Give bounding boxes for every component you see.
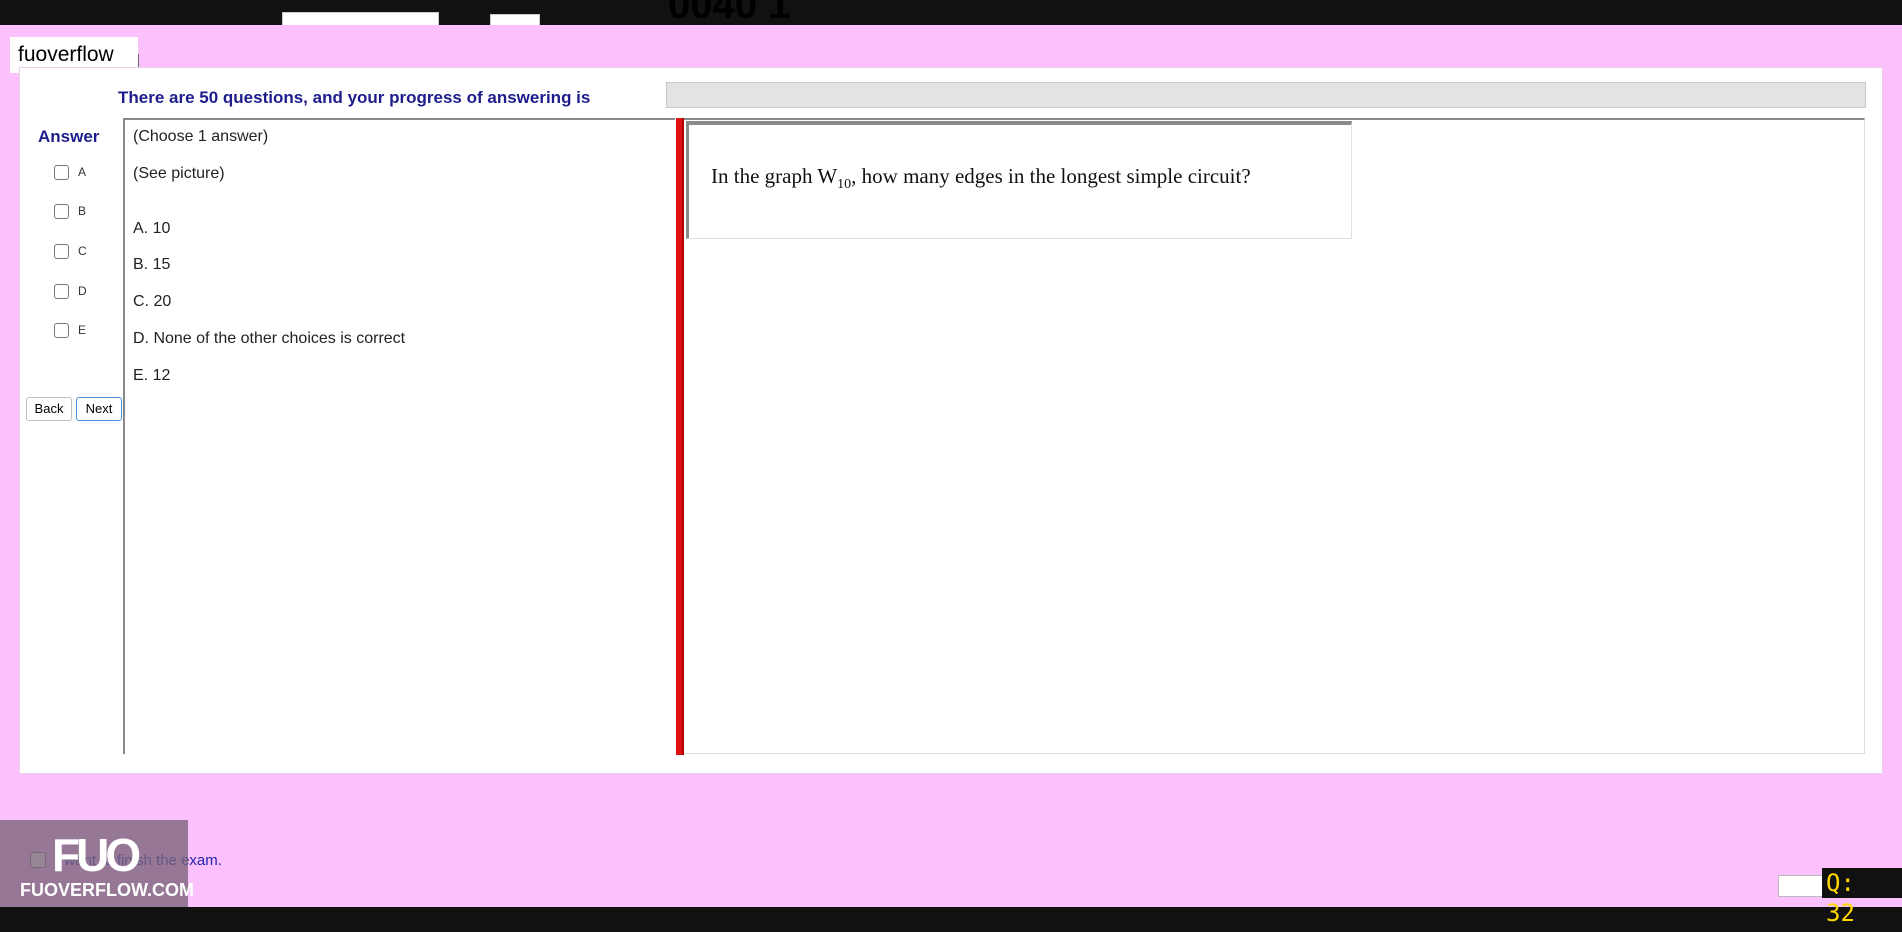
- option-label-a: A: [78, 165, 87, 179]
- choice-a: A. 10: [133, 220, 171, 237]
- checkbox-c[interactable]: [54, 244, 69, 259]
- question-pane: [123, 118, 675, 754]
- checkbox-d[interactable]: [54, 284, 69, 299]
- progress-bar: [666, 82, 1866, 108]
- question-instruction: (Choose 1 answer): [133, 128, 269, 145]
- text-caret: [138, 54, 139, 68]
- choice-d: D. None of the other choices is correct: [133, 330, 406, 347]
- answer-title: Answer: [38, 127, 100, 146]
- obscured-title: 0040 1: [668, 0, 791, 24]
- option-label-d: D: [78, 284, 87, 298]
- checkbox-b[interactable]: [54, 204, 69, 219]
- logo-text: FUOVERFLOW.COM: [20, 880, 194, 900]
- choice-b: B. 15: [133, 256, 171, 273]
- checkbox-a[interactable]: [54, 165, 69, 180]
- bottom-bar: [0, 907, 1902, 932]
- logo-mark: FUO: [52, 829, 141, 881]
- watermark-logo: FUO FUOVERFLOW.COM: [0, 820, 194, 907]
- option-label-c: C: [78, 244, 87, 258]
- top-bar: 0040 1: [0, 0, 1902, 30]
- pane-splitter[interactable]: [676, 118, 684, 755]
- choice-c: C. 20: [133, 293, 172, 310]
- back-button[interactable]: Back: [26, 397, 72, 421]
- choice-e: E. 12: [133, 367, 171, 384]
- question-image-text: In the graph W10, how many edges in the …: [711, 164, 1251, 193]
- progress-label: There are 50 questions, and your progres…: [118, 88, 591, 107]
- question-counter: Q: 32: [1822, 868, 1902, 927]
- question-note: (See picture): [133, 165, 225, 182]
- option-label-b: B: [78, 204, 87, 218]
- next-button[interactable]: Next: [76, 397, 122, 421]
- checkbox-e[interactable]: [54, 323, 69, 338]
- option-label-e: E: [78, 323, 87, 337]
